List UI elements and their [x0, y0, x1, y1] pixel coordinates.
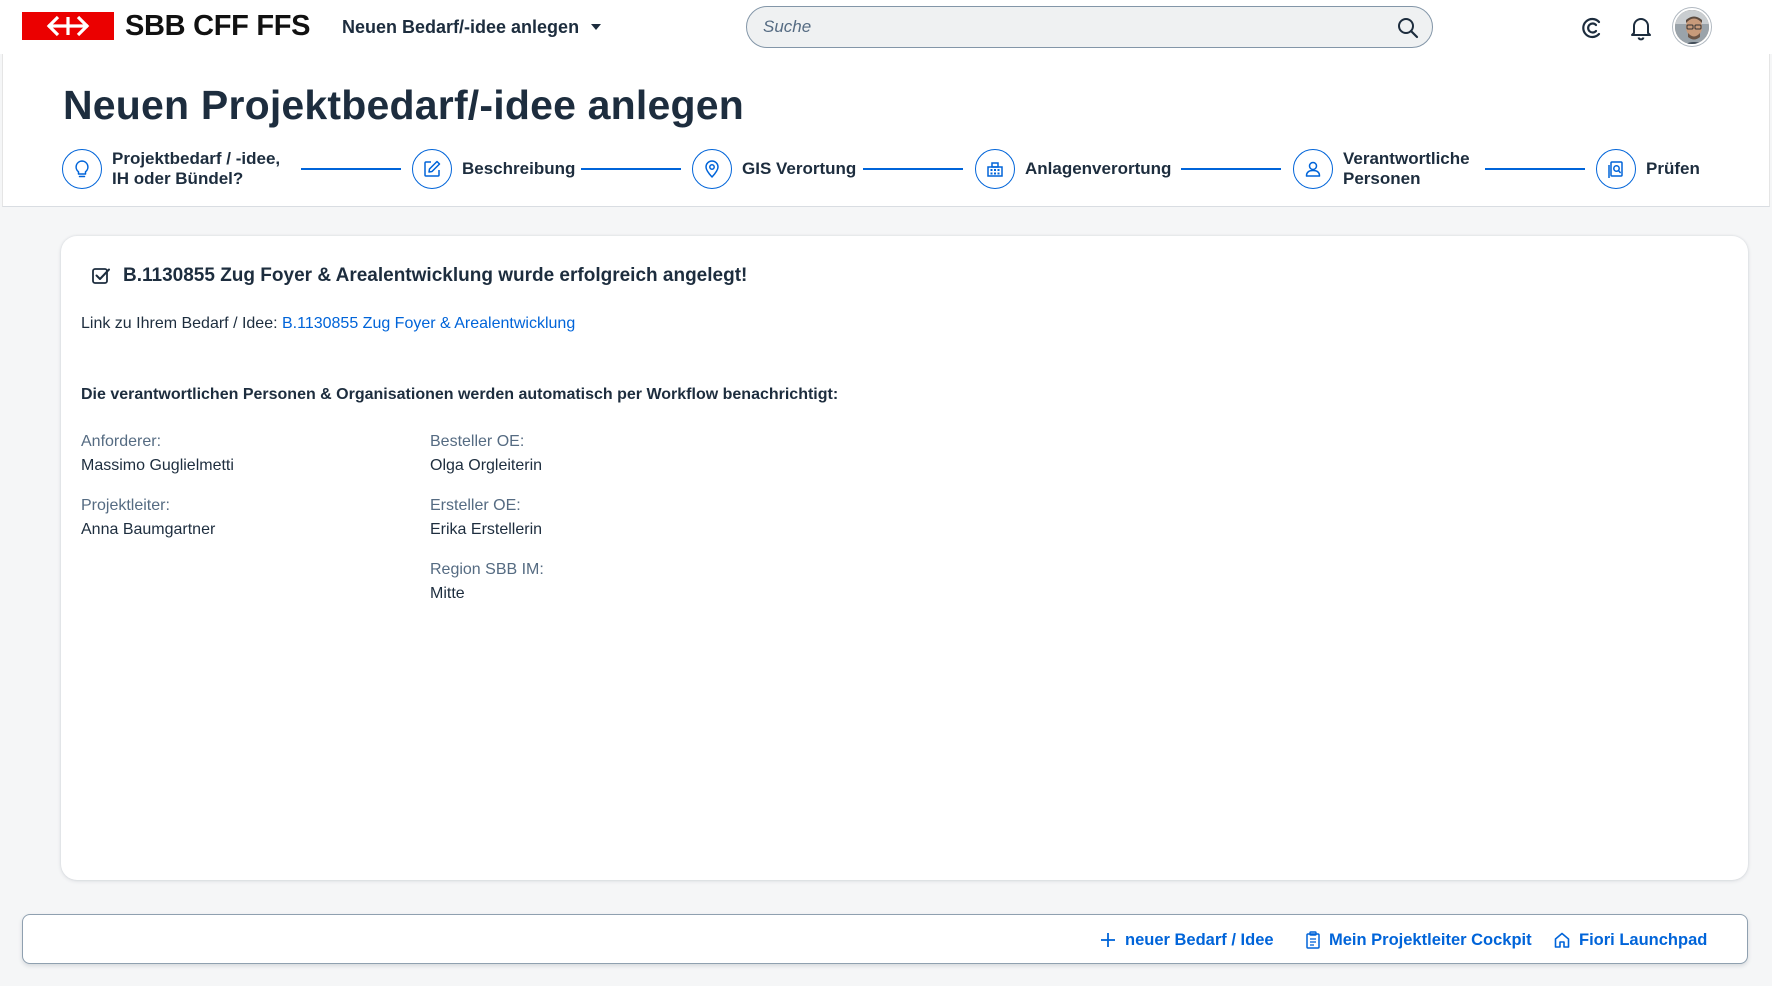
copilot-icon[interactable] [1580, 15, 1606, 41]
new-bedarf-label: neuer Bedarf / Idee [1125, 930, 1274, 949]
notify-title: Die verantwortlichen Personen & Organisa… [81, 386, 839, 403]
launchpad-label: Fiori Launchpad [1579, 930, 1708, 949]
result-card: B.1130855 Zug Foyer & Arealentwicklung w… [61, 236, 1748, 880]
search-field[interactable] [746, 6, 1433, 48]
sbb-flag-icon [22, 12, 114, 40]
bell-icon[interactable] [1628, 15, 1654, 41]
app-title: Neuen Bedarf/-idee anlegen [342, 16, 580, 37]
page-title: Neuen Projektbedarf/-idee anlegen [63, 82, 744, 128]
sbb-logo[interactable]: SBB CFF FFS [22, 9, 311, 42]
wizard-step-beschreibung[interactable]: Beschreibung [412, 148, 575, 190]
region-label: Region SBB IM: [430, 561, 544, 578]
clipboard-icon [1306, 931, 1320, 949]
step-label: Beschreibung [462, 159, 576, 178]
home-icon [1554, 932, 1570, 948]
ersteller-value: Erika Erstellerin [430, 521, 543, 538]
step-label: GIS Verortung [742, 159, 857, 178]
link-prefix: Link zu Ihrem Bedarf / Idee: [81, 315, 282, 332]
building-icon [975, 149, 1015, 189]
step-connector [1485, 168, 1585, 170]
step-connector [301, 168, 401, 170]
field-ersteller-oe: Ersteller OE: Erika Erstellerin [430, 497, 542, 539]
anforderer-label: Anforderer: [81, 433, 162, 450]
shell-bar: SBB CFF FFS Neuen Bedarf/-idee anlegen [0, 0, 1772, 54]
user-avatar[interactable] [1673, 8, 1711, 46]
besteller-label: Besteller OE: [430, 433, 525, 450]
region-value: Mitte [430, 585, 465, 602]
step-label: Prüfen [1646, 159, 1700, 178]
bedarf-link[interactable]: B.1130855 Zug Foyer & Arealentwicklung [282, 315, 575, 332]
wizard-step-personen[interactable]: Verantwortliche Personen [1293, 148, 1470, 190]
add-icon [1101, 933, 1115, 947]
step-connector [581, 168, 681, 170]
caret-down-icon [591, 24, 602, 30]
checkbox-checked-icon [92, 268, 110, 284]
footer-toolbar: neuer Bedarf / Idee Mein Projektleiter C… [22, 914, 1748, 964]
field-projektleiter: Projektleiter: Anna Baumgartner [81, 497, 215, 539]
map-pin-icon [692, 149, 732, 189]
besteller-value: Olga Orgleiterin [430, 457, 543, 474]
wizard-step-pruefen[interactable]: Prüfen [1596, 148, 1700, 190]
step-label: Projektbedarf / -idee, IH oder Bündel? [112, 149, 281, 188]
field-anforderer: Anforderer: Massimo Guglielmetti [81, 433, 234, 475]
anforderer-value: Massimo Guglielmetti [81, 457, 234, 474]
cockpit-label: Mein Projektleiter Cockpit [1329, 930, 1532, 949]
brand-name: SBB CFF FFS [125, 9, 311, 42]
success-message: B.1130855 Zug Foyer & Arealentwicklung w… [123, 265, 748, 286]
new-bedarf-button[interactable]: neuer Bedarf / Idee [1099, 925, 1274, 955]
field-region: Region SBB IM: Mitte [430, 561, 544, 603]
step-connector [863, 168, 963, 170]
projektleiter-value: Anna Baumgartner [81, 521, 216, 538]
wizard-step-anlagen[interactable]: Anlagenverortung [975, 148, 1171, 190]
wizard-step-gis[interactable]: GIS Verortung [692, 148, 856, 190]
step-connector [1181, 168, 1281, 170]
cockpit-button[interactable]: Mein Projektleiter Cockpit [1305, 925, 1532, 955]
person-icon [1293, 149, 1333, 189]
review-icon [1596, 149, 1636, 189]
ersteller-label: Ersteller OE: [430, 497, 521, 514]
lightbulb-icon [62, 149, 102, 189]
page-header: Neuen Projektbedarf/-idee anlegen Projek… [2, 54, 1770, 207]
projektleiter-label: Projektleiter: [81, 497, 170, 514]
edit-icon [412, 149, 452, 189]
step-label: Anlagenverortung [1025, 159, 1172, 178]
app-title-menu[interactable]: Neuen Bedarf/-idee anlegen [342, 15, 603, 39]
bedarf-link-row: Link zu Ihrem Bedarf / Idee: B.1130855 Z… [81, 315, 575, 333]
success-message-row: B.1130855 Zug Foyer & Arealentwicklung w… [90, 265, 747, 287]
launchpad-button[interactable]: Fiori Launchpad [1553, 925, 1707, 955]
search-input[interactable] [763, 15, 1383, 39]
field-besteller-oe: Besteller OE: Olga Orgleiterin [430, 433, 542, 475]
step-label: Verantwortliche Personen [1343, 149, 1470, 188]
wizard-step-type[interactable]: Projektbedarf / -idee, IH oder Bündel? [62, 148, 280, 190]
search-icon[interactable] [1396, 16, 1420, 40]
